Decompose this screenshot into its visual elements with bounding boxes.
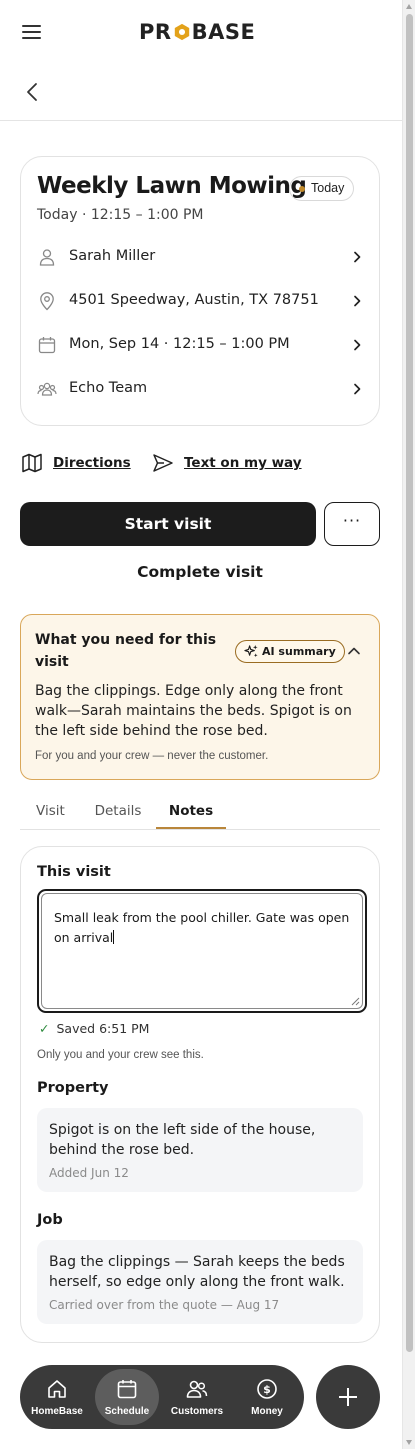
start-visit-button[interactable]: Start visit [20,502,316,546]
ai-summary-text: Bag the clippings. Edge only along the f… [35,683,352,739]
top-bar: PR BASE [0,0,402,64]
hexagon-logo-icon [174,23,189,41]
calendar-icon [117,1380,137,1399]
tab-visit[interactable]: Visit [20,803,80,829]
logo-text-left: PR [139,20,172,44]
chevron-right-icon [354,251,361,263]
page: PR BASE Weekly Lawn Mowing Today Today ·… [0,0,402,1449]
visit-time: Today · 12:15 – 1:00 PM [37,207,204,223]
logo-text-right: BASE [191,20,256,44]
address-row[interactable]: 4501 Speedway, Austin, TX 78751 [37,289,363,313]
resize-handle-icon[interactable] [351,997,360,1006]
nav-customers-label: Customers [170,1406,224,1417]
saved-status-text: Saved 6:51 PM [56,1021,150,1036]
ai-card-heading: What you need for this visit [35,632,217,670]
back-bar [0,64,402,121]
vertical-scrollbar[interactable] [402,0,415,1449]
plus-icon [339,1388,357,1406]
nav-money-label: Money [251,1406,283,1417]
dollar-icon: $ [257,1379,277,1399]
directions-link[interactable]: Directions [21,452,131,476]
text-on-my-way-link[interactable]: Text on my way [152,452,302,476]
visit-tabs: Visit Details Notes [20,801,380,830]
ai-summary-footnote: For you and your crew — never the custom… [35,750,269,762]
probase-logo[interactable]: PR BASE [139,20,255,44]
chevron-right-icon [354,295,361,307]
bottom-nav: HomeBase Schedule Customers $ Money [20,1365,304,1429]
nav-schedule[interactable]: Schedule [95,1369,159,1425]
ai-summary-pill-label: AI summary [262,645,336,658]
job-note-text: Bag the clippings — Sarah keeps the beds… [49,1254,345,1290]
customer-name: Sarah Miller [69,248,156,264]
notes-card: This visit Small leak from the pool chil… [20,846,380,1343]
visit-note-content[interactable]: Small leak from the pool chiller. Gate w… [41,893,363,1009]
team-icon [37,382,57,396]
svg-text:$: $ [263,1383,271,1396]
this-visit-title: This visit [37,864,111,880]
send-icon [153,454,173,472]
visit-note-textarea[interactable]: Small leak from the pool chiller. Gate w… [37,889,367,1013]
ai-summary-pill: AI summary [235,640,345,663]
crew-visibility-note: Only you and your crew see this. [37,1049,204,1061]
date-text: Mon, Sep 14 · 12:15 – 1:00 PM [69,336,290,352]
property-note-meta: Added Jun 12 [49,1166,129,1180]
customer-row[interactable]: Sarah Miller [37,245,363,269]
text-caret [113,930,115,944]
job-note-meta: Carried over from the quote — Aug 17 [49,1298,280,1312]
date-row[interactable]: Mon, Sep 14 · 12:15 – 1:00 PM [37,333,363,357]
hamburger-menu-icon[interactable] [22,24,42,40]
chevron-up-icon[interactable] [347,644,361,658]
scroll-up-arrow-icon[interactable] [406,4,412,9]
visit-summary-card: Weekly Lawn Mowing Today Today · 12:15 –… [20,156,380,426]
property-note: Spigot is on the left side of the house,… [37,1108,363,1192]
add-button[interactable] [316,1365,380,1429]
scroll-down-arrow-icon[interactable] [406,1440,412,1445]
directions-label: Directions [53,455,131,471]
tab-notes[interactable]: Notes [156,803,226,829]
address-text: 4501 Speedway, Austin, TX 78751 [69,292,319,308]
property-note-text: Spigot is on the left side of the house,… [49,1122,316,1158]
team-row[interactable]: Echo Team [37,377,363,401]
back-chevron-icon[interactable] [22,81,44,103]
more-options-button[interactable]: ··· [324,502,380,546]
job-note: Bag the clippings — Sarah keeps the beds… [37,1240,363,1324]
chevron-right-icon [354,383,361,395]
nav-homebase[interactable]: HomeBase [25,1369,89,1425]
complete-visit-button[interactable]: Complete visit [20,563,380,591]
visit-title: Weekly Lawn Mowing [37,173,307,199]
nav-customers[interactable]: Customers [165,1369,229,1425]
home-icon [48,1380,66,1398]
saved-status: ✓ Saved 6:51 PM [39,1021,149,1036]
tab-details[interactable]: Details [86,803,150,829]
calendar-icon [38,337,56,354]
location-pin-icon [40,292,54,311]
property-title: Property [37,1080,109,1096]
customers-icon [186,1380,208,1398]
text-on-my-way-label: Text on my way [184,455,302,471]
chevron-right-icon [354,339,361,351]
person-icon [39,249,55,266]
today-badge: Today [289,176,355,201]
nav-schedule-label: Schedule [104,1406,150,1417]
visit-note-text: Small leak from the pool chiller. Gate w… [54,910,350,945]
checkmark-icon: ✓ [39,1021,50,1036]
ai-summary-card: What you need for this visit AI summary … [20,614,380,780]
nav-homebase-label: HomeBase [31,1406,83,1417]
team-text: Echo Team [69,380,148,396]
nav-money[interactable]: $ Money [235,1369,299,1425]
map-icon [22,453,42,473]
scrollbar-thumb[interactable] [406,14,413,1352]
job-title: Job [37,1212,63,1228]
sparkle-icon [244,644,258,658]
